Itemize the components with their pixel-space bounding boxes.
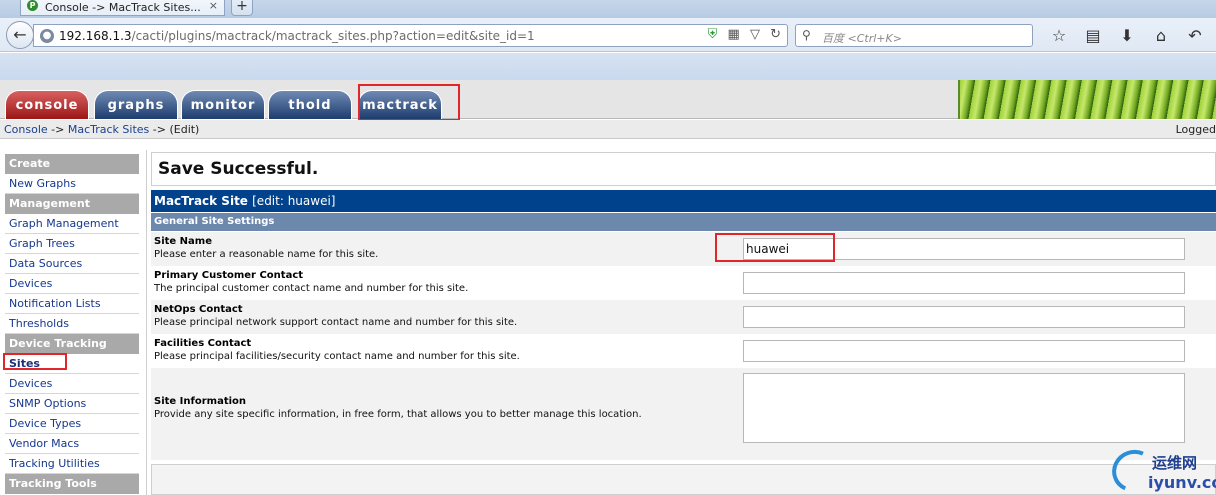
close-icon[interactable]: × bbox=[209, 0, 218, 12]
search-icon: ⚲ bbox=[802, 28, 811, 42]
search-placeholder: 百度 <Ctrl+K> bbox=[822, 32, 902, 45]
sites-item-highlight bbox=[3, 353, 67, 370]
site-title-bar: MacTrack Site [edit: huawei] bbox=[151, 190, 1216, 212]
tab-monitor[interactable]: monitor bbox=[181, 90, 265, 119]
breadcrumb-mactrack-sites-link[interactable]: MacTrack Sites bbox=[68, 123, 149, 136]
sidebar-item-device-types[interactable]: Device Types bbox=[5, 414, 139, 434]
breadcrumb: Console -> MacTrack Sites -> (Edit) Logg… bbox=[0, 120, 1216, 139]
browser-toolbar-gap bbox=[0, 53, 1216, 80]
tab-graphs[interactable]: graphs bbox=[94, 90, 178, 119]
breadcrumb-current: (Edit) bbox=[169, 123, 200, 136]
breadcrumb-separator: -> bbox=[149, 123, 170, 136]
sidebar-item-thresholds[interactable]: Thresholds bbox=[5, 314, 139, 334]
watermark-cn: 运维网 bbox=[1152, 454, 1198, 472]
bookmark-star-icon[interactable]: ☆ bbox=[1042, 26, 1076, 45]
form-row-primary-contact: Primary Customer Contact The principal c… bbox=[151, 266, 1216, 300]
back-button[interactable]: ← bbox=[6, 21, 34, 49]
url-bar-icons: ⛨ ▦ ▽ ↻ bbox=[702, 27, 781, 42]
form-row-site-name: Site Name Please enter a reasonable name… bbox=[151, 232, 1216, 266]
tab-thold[interactable]: thold bbox=[268, 90, 352, 119]
screen: P Console -> MacTrack Sites... × + ← ● 1… bbox=[0, 0, 1216, 495]
url-path: /cacti/plugins/mactrack/mactrack_sites.p… bbox=[131, 29, 535, 43]
browser-toolbar: ☆ ▤ ⬇ ⌂ ↶ bbox=[1042, 26, 1212, 45]
browser-tabstrip: P Console -> MacTrack Sites... × + bbox=[0, 0, 1216, 18]
sidebar-divider bbox=[146, 150, 147, 495]
site-edit-label: [edit: huawei] bbox=[252, 194, 336, 208]
site-name-highlight bbox=[715, 233, 835, 262]
cacti-header: console graphs monitor thold mactrack bbox=[0, 80, 1216, 121]
qr-code-icon[interactable]: ▦ bbox=[728, 27, 740, 42]
menu-header-management: Management bbox=[5, 194, 139, 214]
browser-tab[interactable]: P Console -> MacTrack Sites... × bbox=[20, 0, 225, 16]
sidebar-item-devices[interactable]: Devices bbox=[5, 374, 139, 394]
form-row-site-information: Site Information Provide any site specif… bbox=[151, 368, 1216, 460]
home-icon[interactable]: ⌂ bbox=[1144, 26, 1178, 45]
sidebar-item-new-graphs[interactable]: New Graphs bbox=[5, 174, 139, 194]
search-bar[interactable]: ⚲ 百度 <Ctrl+K> bbox=[795, 24, 1033, 47]
sidebar-item-notification-lists[interactable]: Notification Lists bbox=[5, 294, 139, 314]
sidebar-item-graph-trees[interactable]: Graph Trees bbox=[5, 234, 139, 254]
url-text: 192.168.1.3/cacti/plugins/mactrack/mactr… bbox=[59, 29, 535, 43]
menu-list: Create New Graphs Management Graph Manageme… bbox=[5, 154, 139, 494]
site-information-textarea[interactable] bbox=[743, 373, 1185, 443]
reading-list-icon[interactable]: ▤ bbox=[1076, 26, 1110, 45]
sidebar-item-devices[interactable]: Devices bbox=[5, 274, 139, 294]
form-footer bbox=[151, 464, 1216, 495]
save-message: Save Successful. bbox=[151, 152, 1216, 186]
menu-header-create: Create bbox=[5, 154, 139, 174]
url-bar[interactable]: ● 192.168.1.3/cacti/plugins/mactrack/mac… bbox=[33, 24, 788, 47]
form-row-facilities-contact: Facilities Contact Please principal faci… bbox=[151, 334, 1216, 368]
sidebar-item-tracking-utilities[interactable]: Tracking Utilities bbox=[5, 454, 139, 474]
new-tab-button[interactable]: + bbox=[231, 0, 253, 16]
breadcrumb-separator: -> bbox=[47, 123, 68, 136]
sidebar-item-snmp-options[interactable]: SNMP Options bbox=[5, 394, 139, 414]
menu-header-device-tracking: Device Tracking bbox=[5, 334, 139, 354]
tab-console[interactable]: console bbox=[5, 90, 89, 119]
section-header: General Site Settings bbox=[151, 213, 1216, 231]
sidebar-item-vendor-macs[interactable]: Vendor Macs bbox=[5, 434, 139, 454]
cacti-logo bbox=[958, 80, 1216, 119]
url-host: 192.168.1.3 bbox=[59, 29, 132, 43]
netops-contact-input[interactable] bbox=[743, 306, 1185, 328]
cacti-favicon-icon: P bbox=[27, 0, 38, 11]
watermark-en: iyunv.com bbox=[1148, 473, 1216, 492]
browser-navbar: ← ● 192.168.1.3/cacti/plugins/mactrack/m… bbox=[0, 18, 1216, 52]
breadcrumb-console-link[interactable]: Console bbox=[4, 123, 48, 136]
logged-in-status: Logged bbox=[1175, 123, 1216, 136]
dropdown-icon[interactable]: ▽ bbox=[750, 27, 760, 42]
site-title: MacTrack Site bbox=[154, 194, 248, 208]
form-row-netops-contact: NetOps Contact Please principal network … bbox=[151, 300, 1216, 334]
sidebar-item-data-sources[interactable]: Data Sources bbox=[5, 254, 139, 274]
main-content: Save Successful. MacTrack Site [edit: hu… bbox=[151, 152, 1216, 495]
browser-tab-title: Console -> MacTrack Sites... bbox=[45, 1, 201, 14]
back-arrow-icon: ← bbox=[13, 25, 27, 44]
sidebar-item-graph-management[interactable]: Graph Management bbox=[5, 214, 139, 234]
primary-contact-input[interactable] bbox=[743, 272, 1185, 294]
globe-icon: ● bbox=[40, 29, 54, 43]
mactrack-tab-highlight bbox=[358, 84, 460, 121]
menu-header-tracking-tools: Tracking Tools bbox=[5, 474, 139, 494]
shield-icon[interactable]: ⛨ bbox=[708, 27, 718, 42]
reload-icon[interactable]: ↻ bbox=[770, 27, 781, 42]
facilities-contact-input[interactable] bbox=[743, 340, 1185, 362]
sidebar-menu: Create New Graphs Management Graph Manageme… bbox=[0, 150, 146, 495]
download-icon[interactable]: ⬇ bbox=[1110, 26, 1144, 45]
undo-icon[interactable]: ↶ bbox=[1178, 26, 1212, 45]
watermark-logo: 运维网 iyunv.com bbox=[1106, 443, 1216, 495]
